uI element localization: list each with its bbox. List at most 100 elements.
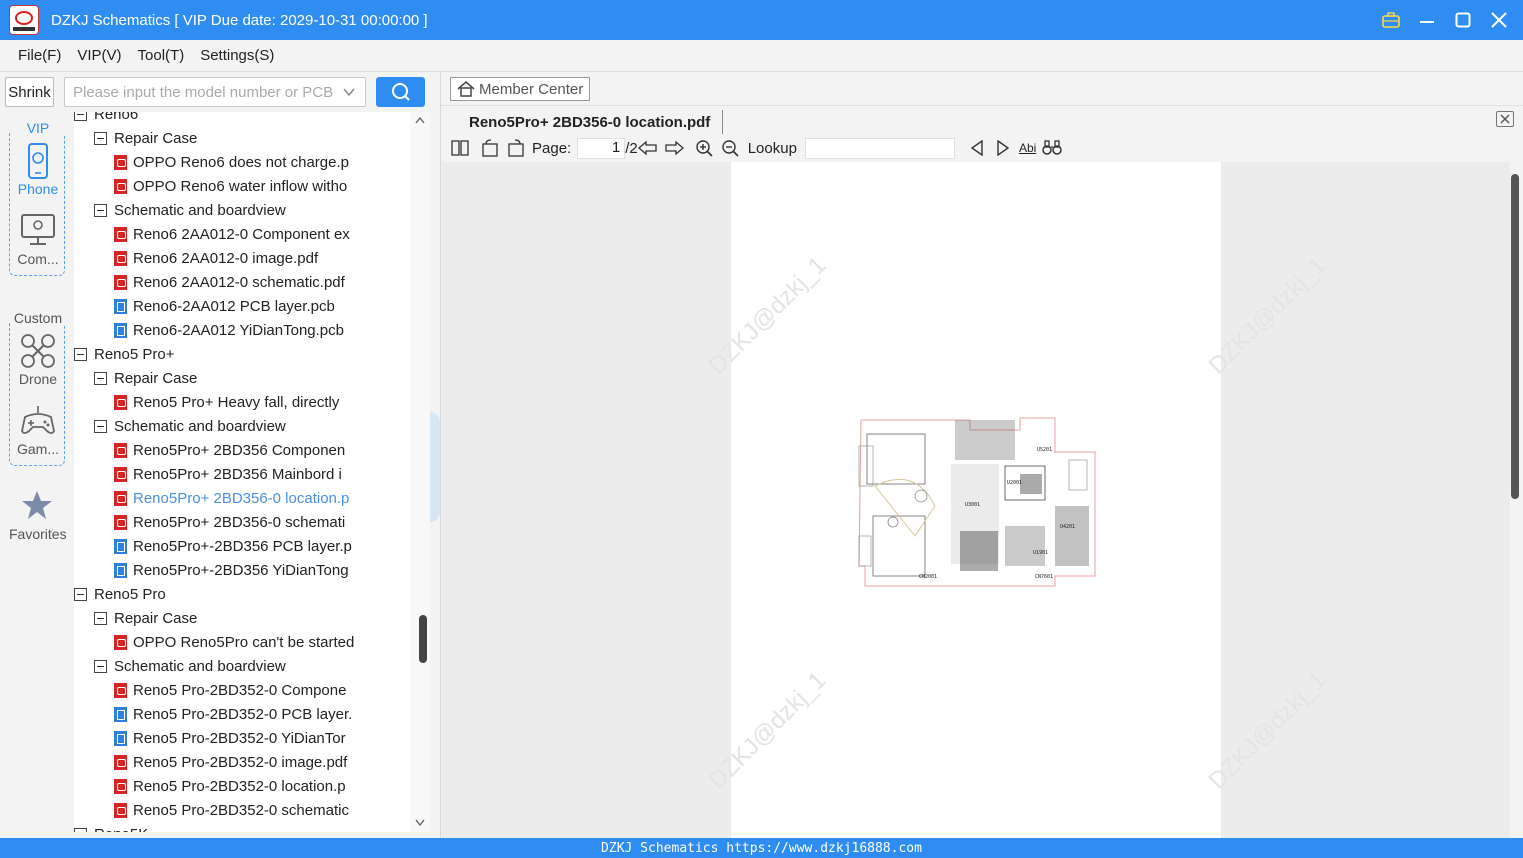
shrink-button[interactable]: Shrink — [5, 77, 54, 107]
tree-folder[interactable]: Schematic and boardview — [94, 654, 286, 678]
tree-item-label: Schematic and boardview — [114, 417, 286, 435]
viewer-scrollbar[interactable] — [1509, 162, 1521, 838]
collapse-icon[interactable] — [74, 112, 87, 121]
tree-folder[interactable]: Reno5K — [74, 822, 148, 832]
tree-file[interactable]: Reno5Pro+ 2BD356-0 schemati — [114, 510, 345, 534]
tree-item-label: Reno5 Pro+ Heavy fall, directly — [133, 393, 340, 411]
tree-file[interactable]: Reno5 Pro+ Heavy fall, directly — [114, 390, 339, 414]
tree-file[interactable]: OPPO Reno5Pro can't be started — [114, 630, 354, 654]
collapse-icon[interactable] — [94, 419, 107, 433]
pdf-file-icon — [114, 802, 127, 818]
search-button[interactable] — [376, 77, 425, 107]
document-canvas[interactable]: DZKJ@dzkj_1 DZKJ@dzkj_1 DZKJ@dzkj_1 DZKJ… — [442, 162, 1510, 838]
tree-file[interactable]: Reno5Pro+ 2BD356-0 location.p — [114, 486, 349, 510]
tree-file[interactable]: Reno5 Pro-2BD352-0 YiDianTor — [114, 726, 346, 750]
tree-folder[interactable]: Schematic and boardview — [94, 414, 286, 438]
collapse-icon[interactable] — [94, 371, 107, 385]
pcb-file-icon — [114, 322, 127, 338]
collapse-icon[interactable] — [74, 827, 87, 832]
category-drone-label: Drone — [18, 371, 58, 387]
collapse-icon[interactable] — [94, 131, 107, 145]
category-phone[interactable]: Phone — [10, 143, 66, 197]
tree-file[interactable]: Reno5Pro+ 2BD356 Mainbord i — [114, 462, 342, 486]
scroll-down-icon[interactable] — [415, 819, 425, 830]
next-page-arrow-icon[interactable] — [664, 138, 684, 158]
tree-file[interactable]: Reno5 Pro-2BD352-0 schematic — [114, 798, 349, 822]
tree-file[interactable]: Reno6 2AA012-0 image.pdf — [114, 246, 318, 270]
vip-group: VIP Phone Com... — [9, 120, 66, 276]
prev-page-arrow-icon[interactable] — [637, 138, 658, 158]
rotate-left-icon[interactable] — [480, 138, 500, 158]
pcb-file-icon — [114, 538, 127, 554]
panel-splitter[interactable] — [430, 412, 440, 522]
zoom-out-icon[interactable] — [720, 138, 740, 158]
tree-file[interactable]: Reno6 2AA012-0 schematic.pdf — [114, 270, 345, 294]
member-center-button[interactable]: Member Center — [450, 77, 591, 101]
tab-document[interactable]: Reno5Pro+ 2BD356-0 location.pdf — [457, 110, 724, 134]
rotate-right-icon[interactable] — [506, 138, 526, 158]
tree-file[interactable]: OPPO Reno6 does not charge.p — [114, 150, 349, 174]
category-favorites-label: Favorites — [9, 526, 67, 542]
tree-file[interactable]: Reno6 2AA012-0 Component ex — [114, 222, 350, 246]
tree-file[interactable]: Reno5 Pro-2BD352-0 image.pdf — [114, 750, 347, 774]
minimize-button[interactable] — [1417, 10, 1437, 30]
category-computer[interactable]: Com... — [10, 213, 66, 267]
search-icon — [391, 83, 410, 101]
briefcase-icon[interactable] — [1381, 10, 1401, 30]
find-previous-icon[interactable] — [967, 138, 987, 158]
menu-settings[interactable]: Settings(S) — [200, 47, 274, 64]
category-game[interactable]: Gam... — [10, 403, 66, 457]
find-next-icon[interactable] — [993, 138, 1013, 158]
search-input[interactable]: Please input the model number or PCB — [64, 77, 366, 107]
menu-file[interactable]: File(F) — [18, 47, 61, 64]
tree-folder[interactable]: Reno5 Pro — [74, 582, 166, 606]
collapse-icon[interactable] — [94, 659, 107, 673]
pdf-file-icon — [114, 178, 127, 194]
board-location-diagram: U2001 U3001 U4201 U5201 CN2001 CN7601 U1… — [858, 417, 1096, 587]
scroll-up-icon[interactable] — [415, 116, 425, 127]
close-tab-icon[interactable] — [1496, 111, 1514, 127]
category-drone[interactable]: Drone — [10, 333, 66, 387]
tree-file[interactable]: OPPO Reno6 water inflow witho — [114, 174, 347, 198]
page-number-input[interactable]: 1 — [577, 137, 626, 159]
chevron-down-icon[interactable] — [343, 84, 355, 100]
tree-file[interactable]: Reno6-2AA012 YiDianTong.pcb — [114, 318, 344, 342]
tree-folder[interactable]: Reno6 — [74, 112, 138, 126]
tree-file[interactable]: Reno5 Pro-2BD352-0 Compone — [114, 678, 346, 702]
menu-tool[interactable]: Tool(T) — [138, 47, 185, 64]
close-button[interactable] — [1489, 10, 1509, 30]
vip-group-title: VIP — [10, 120, 66, 136]
tree-file[interactable]: Reno5Pro+-2BD356 YiDianTong — [114, 558, 349, 582]
menu-vip[interactable]: VIP(V) — [77, 47, 121, 64]
tree-file[interactable]: Reno5Pro+ 2BD356 Componen — [114, 438, 345, 462]
tree-folder[interactable]: Repair Case — [94, 126, 197, 150]
two-page-icon[interactable] — [450, 138, 470, 158]
zoom-in-icon[interactable] — [694, 138, 714, 158]
tree-folder[interactable]: Reno5 Pro+ — [74, 342, 174, 366]
tree-item-label: OPPO Reno5Pro can't be started — [133, 633, 355, 651]
maximize-button[interactable] — [1453, 10, 1473, 30]
lookup-input[interactable] — [804, 137, 955, 159]
tree-file[interactable]: Reno5 Pro-2BD352-0 location.p — [114, 774, 346, 798]
tree-scroll-thumb[interactable] — [419, 615, 427, 663]
tree-item-label: Reno6-2AA012 YiDianTong.pcb — [133, 321, 344, 339]
viewer-scroll-thumb[interactable] — [1511, 174, 1519, 499]
star-icon — [22, 491, 52, 519]
collapse-icon[interactable] — [74, 347, 87, 361]
binoculars-icon[interactable] — [1042, 138, 1063, 158]
tree-item-label: Reno6 — [94, 112, 139, 123]
tree-file[interactable]: Reno5 Pro-2BD352-0 PCB layer. — [114, 702, 352, 726]
category-favorites[interactable]: Favorites — [9, 488, 67, 542]
tree-folder[interactable]: Repair Case — [94, 366, 197, 390]
tree-item-label: Repair Case — [114, 369, 198, 387]
tree-file[interactable]: Reno6-2AA012 PCB layer.pcb — [114, 294, 335, 318]
collapse-icon[interactable] — [94, 611, 107, 625]
collapse-icon[interactable] — [74, 587, 87, 601]
match-case-toggle[interactable]: Abi — [1019, 141, 1036, 155]
pdf-file-icon — [114, 778, 127, 794]
tree-scrollbar[interactable] — [410, 112, 430, 832]
collapse-icon[interactable] — [94, 203, 107, 217]
tree-file[interactable]: Reno5Pro+-2BD356 PCB layer.p — [114, 534, 352, 558]
tree-folder[interactable]: Schematic and boardview — [94, 198, 286, 222]
tree-folder[interactable]: Repair Case — [94, 606, 197, 630]
